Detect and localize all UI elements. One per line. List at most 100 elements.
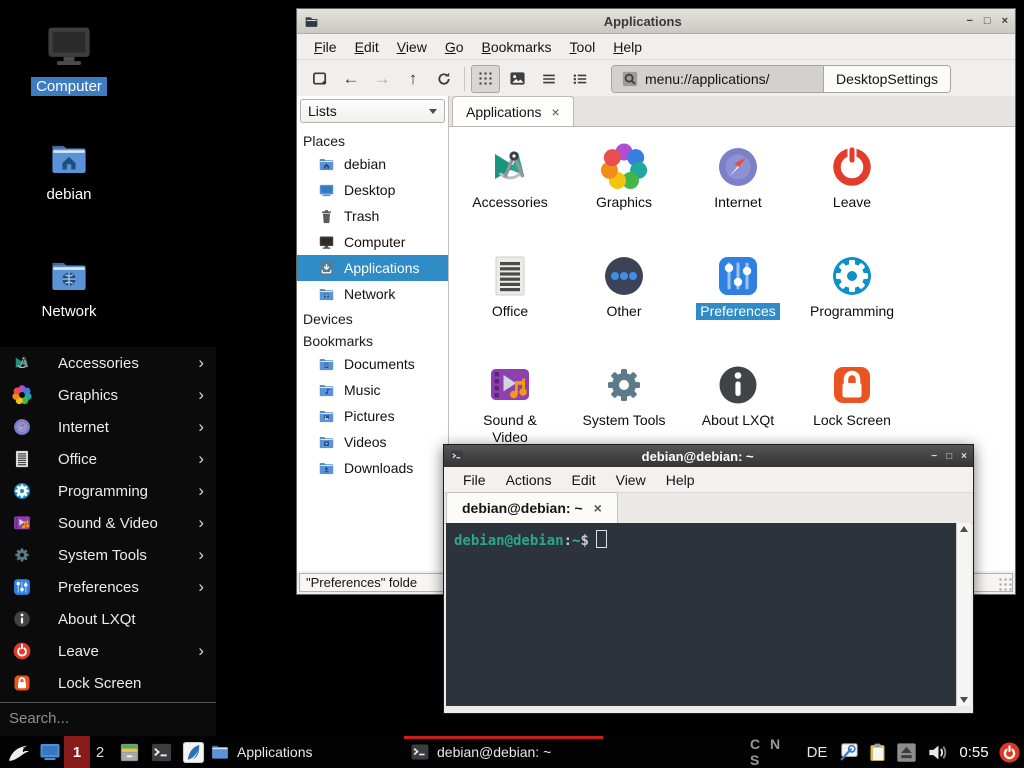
tray-eject-button[interactable]: [894, 736, 919, 768]
chevron-right-icon: ›: [198, 641, 204, 661]
up-button[interactable]: ↑: [400, 66, 426, 92]
sidebar-item-documents[interactable]: Documents: [297, 351, 448, 377]
new-tab-button[interactable]: [307, 66, 333, 92]
start-menu-item-accessories[interactable]: Accessories ›: [0, 347, 216, 379]
clock[interactable]: 0:55: [952, 736, 996, 768]
reload-icon: [436, 71, 452, 87]
fm-item-internet[interactable]: Internet: [681, 143, 795, 211]
maximize-button[interactable]: □: [946, 451, 952, 462]
path-button-desktopsettings[interactable]: DesktopSettings: [824, 66, 950, 92]
keyboard-indicator[interactable]: C N S: [750, 736, 800, 768]
tray-power-button[interactable]: [996, 736, 1022, 768]
menu-edit[interactable]: Edit: [346, 39, 388, 55]
desktop-icon-network[interactable]: Network: [23, 255, 115, 321]
reload-button[interactable]: [431, 66, 457, 92]
fm-item-system-tools[interactable]: System Tools: [567, 361, 681, 429]
start-menu-item-preferences[interactable]: Preferences ›: [0, 571, 216, 603]
fm-item-lock-screen[interactable]: Lock Screen: [795, 361, 909, 429]
menu-view[interactable]: View: [388, 39, 436, 55]
desktop-icon-computer[interactable]: Computer: [23, 20, 115, 96]
terminal-scrollbar[interactable]: [956, 523, 971, 706]
forward-button[interactable]: →: [369, 66, 395, 92]
start-menu-item-graphics[interactable]: Graphics ›: [0, 379, 216, 411]
fm-tabbar: Applications ×: [449, 96, 1015, 127]
sidebar-item-debian[interactable]: debian: [297, 151, 448, 177]
fm-item-accessories[interactable]: Accessories: [453, 143, 567, 211]
sidebar-item-pictures[interactable]: Pictures: [297, 403, 448, 429]
menu-view[interactable]: View: [606, 472, 656, 488]
sidebar-item-network[interactable]: Network: [297, 281, 448, 307]
fm-item-about-lxqt[interactable]: About LXQt: [681, 361, 795, 429]
tray-clipboard-button[interactable]: [864, 736, 890, 768]
start-menu-item-sound-video[interactable]: Sound & Video ›: [0, 507, 216, 539]
fm-item-other[interactable]: Other: [567, 252, 681, 320]
resize-grip[interactable]: [999, 578, 1013, 592]
sidebar-item-desktop[interactable]: Desktop: [297, 177, 448, 203]
icon-view-button[interactable]: [471, 65, 500, 93]
keyboard-layout[interactable]: DE: [802, 736, 832, 768]
start-menu-button[interactable]: [2, 736, 34, 768]
menu-actions[interactable]: Actions: [496, 472, 562, 488]
sidebar-item-music[interactable]: Music: [297, 377, 448, 403]
sidebar-item-trash[interactable]: Trash: [297, 203, 448, 229]
thumbnail-view-button[interactable]: [504, 66, 531, 92]
tray-screenshot-button[interactable]: [836, 736, 862, 768]
scroll-up-icon[interactable]: [960, 526, 968, 532]
address-segment[interactable]: menu://applications/: [612, 66, 824, 92]
fm-item-programming[interactable]: Programming: [795, 252, 909, 320]
menu-edit[interactable]: Edit: [561, 472, 605, 488]
fm-tab-applications[interactable]: Applications ×: [452, 96, 574, 126]
terminal-tab[interactable]: debian@debian: ~ ×: [446, 492, 618, 523]
terminal-screen[interactable]: debian@debian:~$: [446, 523, 956, 706]
minimize-button[interactable]: −: [966, 16, 972, 27]
start-menu-item-system-tools[interactable]: System Tools ›: [0, 539, 216, 571]
start-menu-item-leave[interactable]: Leave ›: [0, 635, 216, 667]
scroll-down-icon[interactable]: [960, 697, 968, 703]
fm-item-preferences[interactable]: Preferences: [681, 252, 795, 320]
menu-tool[interactable]: Tool: [561, 39, 605, 55]
fm-item-graphics[interactable]: Graphics: [567, 143, 681, 211]
maximize-button[interactable]: □: [984, 16, 991, 27]
back-button[interactable]: ←: [338, 66, 364, 92]
menu-help[interactable]: Help: [656, 472, 705, 488]
start-menu-item-internet[interactable]: Internet ›: [0, 411, 216, 443]
menu-go[interactable]: Go: [436, 39, 473, 55]
tab-close-icon[interactable]: ×: [552, 105, 560, 119]
office-icon: [486, 252, 534, 300]
minimize-button[interactable]: −: [931, 451, 937, 462]
menu-file[interactable]: File: [453, 472, 496, 488]
devices-header: Devices: [297, 307, 448, 329]
search-input[interactable]: Search...: [0, 702, 216, 734]
detailed-view-button[interactable]: [566, 66, 593, 92]
desktop-icon-debian[interactable]: debian: [23, 138, 115, 204]
terminal-titlebar[interactable]: debian@debian: ~ − □ ×: [444, 445, 973, 467]
sidebar-item-applications[interactable]: Applications: [297, 255, 448, 281]
fm-item-sound-video[interactable]: Sound & Video: [453, 361, 567, 446]
start-menu-item-office[interactable]: Office ›: [0, 443, 216, 475]
workspace-2-button[interactable]: 2: [90, 736, 110, 768]
sidebar-item-videos[interactable]: Videos: [297, 429, 448, 455]
menu-file[interactable]: File: [305, 39, 346, 55]
show-desktop-button[interactable]: [36, 736, 64, 768]
start-menu-item-about-lxqt[interactable]: About LXQt: [0, 603, 216, 635]
menu-help[interactable]: Help: [604, 39, 651, 55]
quicklaunch-file-manager[interactable]: [114, 736, 144, 768]
quicklaunch-terminal[interactable]: [146, 736, 176, 768]
menu-bookmarks[interactable]: Bookmarks: [473, 39, 561, 55]
compact-view-button[interactable]: [535, 66, 562, 92]
start-menu-item-lock-screen[interactable]: Lock Screen: [0, 667, 216, 699]
fm-item-office[interactable]: Office: [453, 252, 567, 320]
close-button[interactable]: ×: [961, 451, 967, 462]
sidebar-item-downloads[interactable]: Downloads: [297, 455, 448, 481]
sidebar-mode-select[interactable]: Lists: [300, 99, 445, 123]
fm-item-leave[interactable]: Leave: [795, 143, 909, 211]
task-button-terminal[interactable]: debian@debian: ~: [404, 736, 603, 768]
tab-close-icon[interactable]: ×: [594, 501, 602, 515]
fm-titlebar[interactable]: Applications − □ ×: [297, 9, 1015, 34]
task-button-applications[interactable]: Applications: [204, 736, 403, 768]
tray-volume-button[interactable]: [924, 736, 950, 768]
start-menu-item-programming[interactable]: Programming ›: [0, 475, 216, 507]
sidebar-item-computer[interactable]: Computer: [297, 229, 448, 255]
workspace-1-button[interactable]: 1: [64, 736, 90, 768]
close-button[interactable]: ×: [1002, 16, 1008, 27]
